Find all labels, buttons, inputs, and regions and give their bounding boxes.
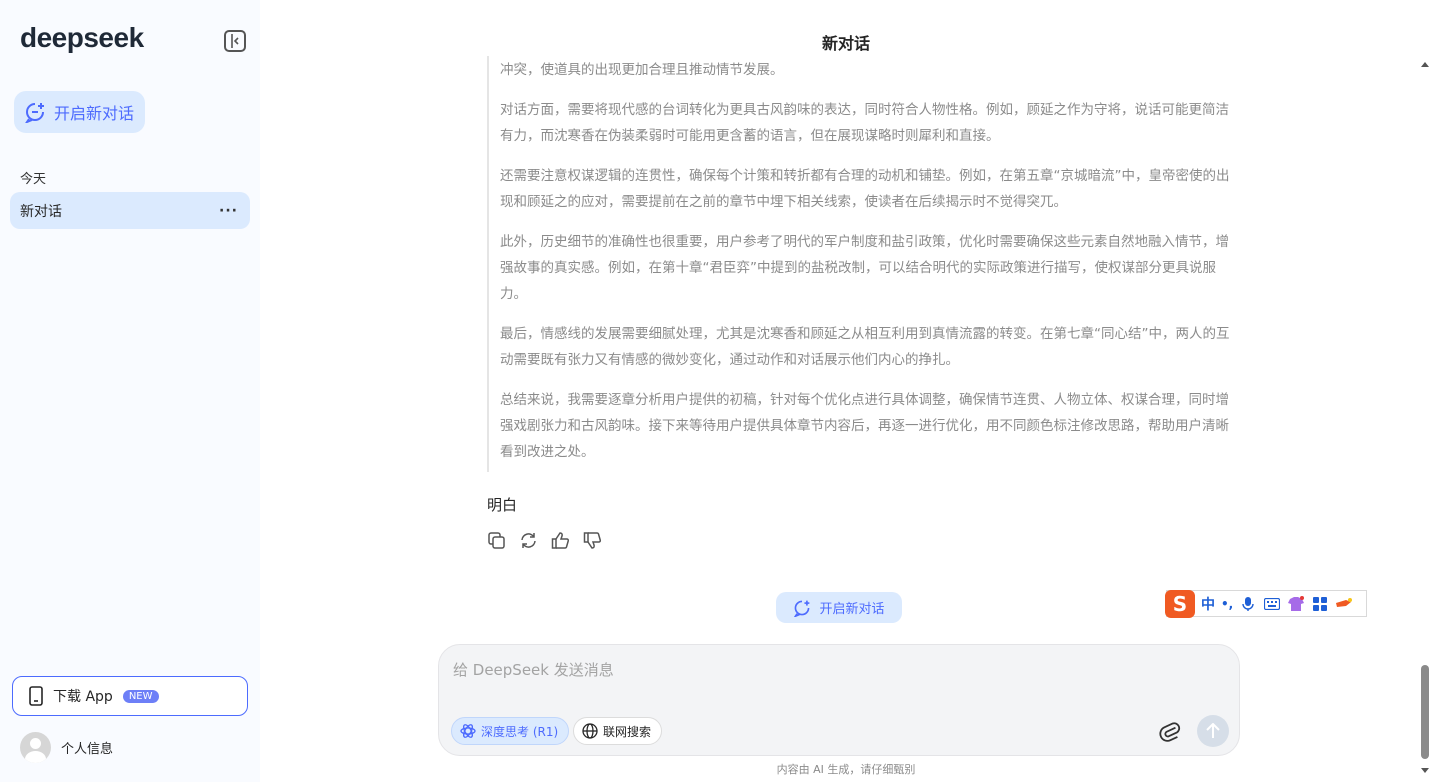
mic-icon[interactable] xyxy=(1239,595,1257,613)
atom-icon xyxy=(460,724,476,738)
scroll-down-arrow-icon[interactable] xyxy=(1421,768,1429,773)
assistant-answer: 明白 xyxy=(487,496,518,514)
sidebar: deepseek 开启新对话 今天 新对话 ··· 下载 App NEW 个人信… xyxy=(0,0,260,782)
profile-button[interactable]: 个人信息 xyxy=(20,732,113,763)
new-chat-icon xyxy=(794,600,810,617)
thinking-paragraph: 最后，情感线的发展需要细腻处理，尤其是沈寒香和顾延之从相互利用到真情流露的转变。… xyxy=(500,326,1230,368)
new-chat-icon xyxy=(25,103,44,123)
ai-disclaimer: 内容由 AI 生成，请仔细甄别 xyxy=(776,763,916,776)
section-today-label: 今天 xyxy=(20,172,47,187)
web-search-toggle[interactable]: 联网搜索 xyxy=(573,717,663,745)
thinking-paragraph: 还需要注意权谋逻辑的连贯性，确保每个计策和转折都有合理的动机和铺垫。例如，在第五… xyxy=(500,168,1230,210)
thinking-paragraph: 总结来说，我需要逐章分析用户提供的初稿，针对每个优化点进行具体调整，确保情节连贯… xyxy=(500,392,1229,460)
arrow-up-icon xyxy=(1206,723,1220,738)
thinking-paragraph: 对话方面，需要将现代感的台词转化为更具古风韵味的表达，同时符合人物性格。例如，顾… xyxy=(500,102,1229,144)
center-new-chat-button[interactable]: 开启新对话 xyxy=(776,592,902,623)
sogou-logo[interactable]: S xyxy=(1165,589,1195,618)
ime-punct-toggle[interactable]: •, xyxy=(1221,597,1233,611)
thinking-block: 另外，用户希望重要道具如玉佩的出现更自然，比如在李珉中意外拜错，而不是刻意取出。… xyxy=(487,45,1242,472)
download-app-button[interactable]: 下载 App NEW xyxy=(12,676,248,716)
deep-think-label: 深度思考 (R1) xyxy=(481,724,559,739)
new-chat-button[interactable]: 开启新对话 xyxy=(14,91,145,133)
apps-icon[interactable] xyxy=(1311,595,1329,613)
page-title: 新对话 xyxy=(260,30,1432,56)
tools-icon[interactable] xyxy=(1335,595,1353,613)
skin-icon[interactable] xyxy=(1287,595,1305,613)
center-new-chat-label: 开启新对话 xyxy=(819,602,885,617)
profile-label: 个人信息 xyxy=(61,742,114,757)
thinking-content: 另外，用户希望重要道具如玉佩的出现更自然，比如在李珉中意外拜错，而不是刻意取出。… xyxy=(500,45,1242,472)
scroll-up-arrow-icon[interactable] xyxy=(1421,62,1429,67)
paperclip-icon[interactable] xyxy=(1159,719,1181,747)
copy-icon[interactable] xyxy=(487,531,506,550)
ime-toolbar: S 中 •, xyxy=(1165,589,1367,618)
collapse-sidebar-button[interactable] xyxy=(224,30,246,52)
conversation-title: 新对话 xyxy=(20,203,62,220)
main-panel: 新对话 另外，用户希望重要道具如玉佩的出现更自然，比如在李珉中意外拜错，而不是刻… xyxy=(260,0,1432,782)
regenerate-icon[interactable] xyxy=(519,531,538,550)
globe-icon xyxy=(582,723,598,739)
ime-mode-toggle[interactable]: 中 xyxy=(1201,594,1215,614)
message-actions xyxy=(487,531,602,550)
message-composer: 深度思考 (R1) 联网搜索 xyxy=(438,644,1240,756)
thumbs-down-icon[interactable] xyxy=(583,531,602,550)
download-app-label: 下载 App xyxy=(53,689,113,705)
keyboard-icon[interactable] xyxy=(1263,595,1281,613)
thumbs-up-icon[interactable] xyxy=(551,531,570,550)
new-chat-label: 开启新对话 xyxy=(54,104,135,123)
message-input[interactable] xyxy=(453,657,1213,683)
deepseek-logo[interactable]: deepseek xyxy=(20,22,144,54)
collapse-sidebar-icon xyxy=(231,34,239,48)
scrollbar[interactable] xyxy=(1418,56,1432,782)
web-search-label: 联网搜索 xyxy=(603,724,652,739)
deep-think-toggle[interactable]: 深度思考 (R1) xyxy=(451,717,570,745)
send-button[interactable] xyxy=(1197,715,1229,747)
conversation-item[interactable]: 新对话 ··· xyxy=(10,192,250,229)
scroll-thumb[interactable] xyxy=(1421,665,1429,759)
thinking-paragraph: 此外，历史细节的准确性也很重要，用户参考了明代的军户制度和盐引政策，优化时需要确… xyxy=(500,234,1229,302)
new-badge: NEW xyxy=(122,689,159,703)
avatar xyxy=(20,732,51,763)
more-options-icon[interactable]: ··· xyxy=(219,203,238,219)
phone-icon xyxy=(29,686,43,706)
